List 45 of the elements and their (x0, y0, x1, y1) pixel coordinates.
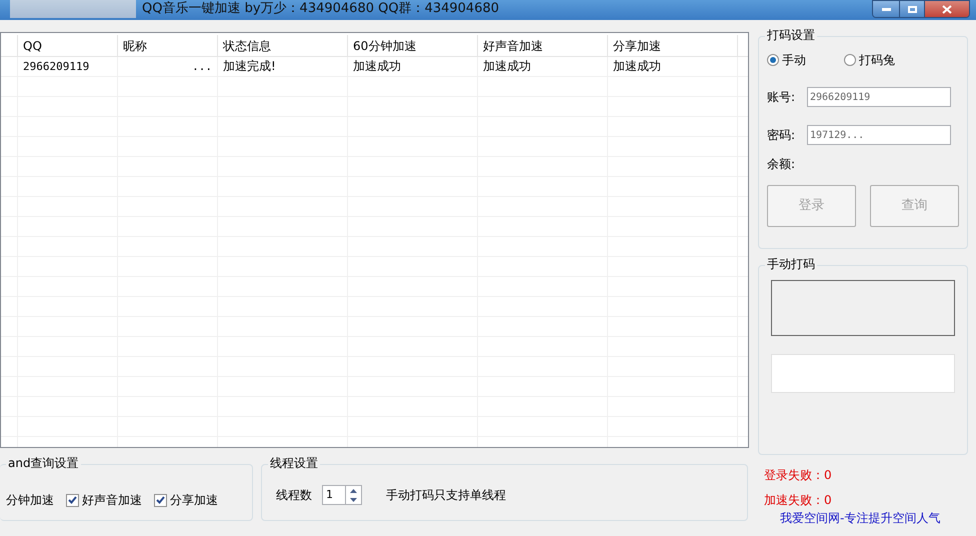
column-header[interactable]: 好声音加速 (478, 35, 608, 56)
minimize-button[interactable] (873, 1, 900, 17)
thread-count-field[interactable]: 1 (323, 486, 345, 504)
captcha-input-field[interactable] (771, 354, 955, 393)
column-header[interactable]: 状态信息 (218, 35, 348, 56)
group-title: 打码设置 (765, 27, 817, 43)
checkbox-label: 分钟加速 (6, 492, 54, 509)
failure-count: 登录失败：0 (764, 467, 833, 483)
column-header[interactable]: 昵称 (118, 35, 218, 56)
maximize-button[interactable] (900, 1, 925, 17)
table-cell-text: 加速成功 (483, 58, 531, 75)
radio-label: 打码兔 (859, 52, 895, 69)
radio-button[interactable] (844, 54, 856, 66)
failure-count: 加速失败：0 (764, 492, 833, 508)
table-cell-text: 2966209119 (23, 59, 90, 75)
checkbox-label: 分享加速 (170, 492, 218, 509)
close-icon (942, 4, 952, 14)
group-title: 线程设置 (268, 455, 320, 471)
radio-label: 手动 (782, 52, 806, 69)
field-label: 账号: (767, 89, 796, 106)
account-field[interactable]: 2966209119 (807, 87, 951, 107)
group-title: and查询设置 (6, 455, 81, 471)
password-field[interactable]: 197129... (807, 125, 951, 145)
field-label: 密码: (767, 127, 796, 144)
field-label: 线程数 (276, 487, 312, 504)
radio-button[interactable] (767, 54, 779, 66)
check-icon (68, 496, 77, 504)
table-cell-text: ... (192, 59, 212, 75)
table-cell-text: 加速完成! (223, 58, 276, 75)
check-icon (156, 496, 165, 504)
balance-label: 余额: (767, 157, 796, 171)
website-link[interactable]: 我爱空间网-专注提升空间人气 (780, 510, 940, 526)
window-title: QQ音乐一键加速 by万少：434904680 QQ群：434904680 (142, 0, 500, 18)
checkbox[interactable] (154, 494, 167, 506)
thread-count-spinner[interactable]: 1 (322, 485, 362, 505)
checkbox-label: 好声音加速 (82, 492, 142, 509)
column-header[interactable]: QQ (18, 35, 118, 56)
table-cell-text: 加速成功 (353, 58, 401, 75)
checkbox[interactable] (66, 494, 79, 506)
thread-note: 手动打码只支持单线程 (386, 487, 506, 504)
column-header[interactable]: 分享加速 (608, 35, 738, 56)
column-header[interactable]: 60分钟加速 (348, 35, 478, 56)
close-button[interactable] (925, 1, 969, 17)
group-title: 手动打码 (765, 256, 817, 272)
table-cell-text: 加速成功 (613, 58, 661, 75)
